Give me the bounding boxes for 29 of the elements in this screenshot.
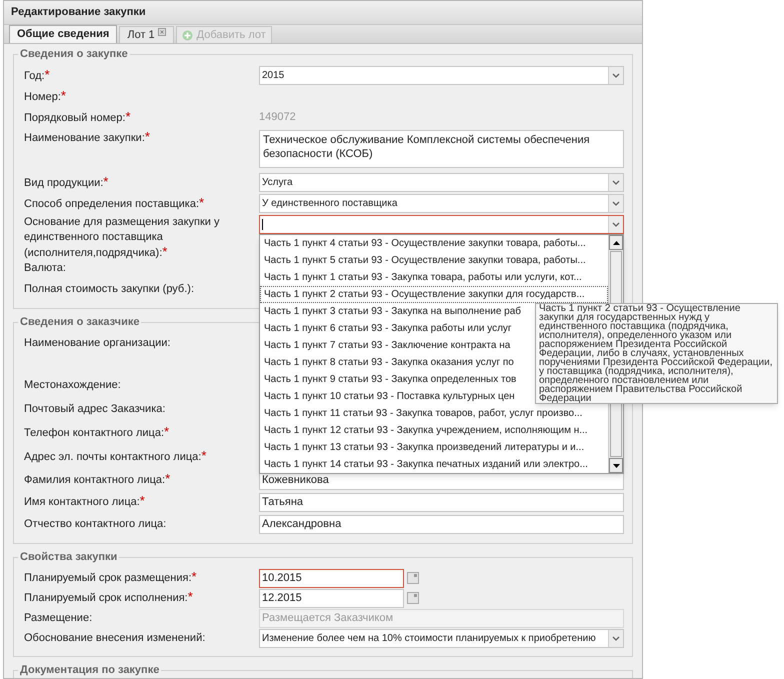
field-label: Планируемый срок размещения:* [23,570,198,586]
field-label: Обоснование внесения изменений: [23,630,206,646]
field-label: Порядковый номер:* [23,110,132,126]
field-label: Наименование организации: [23,336,172,351]
section-title: Документация по закупке [19,663,160,677]
field-label: Телефон контактного лица:* [23,425,170,441]
field-label: Полная стоимость закупки (руб.): [23,282,196,297]
field-label: Год:* [23,68,51,84]
field-label: Имя контактного лица:* [23,494,146,510]
field-value: 149072 [259,111,296,124]
field-label: Размещение: [23,610,94,626]
field-label: Валюта: [23,261,67,276]
field-label: Способ определения поставщика:* [23,196,206,212]
field-label: Основание для размещения закупки у единственного поставщика (исполнителя,подрядчика):* [23,215,221,261]
section-title: Свойства закупки [19,550,118,564]
field-label: Планируемый срок исполнения:* [23,590,194,606]
tooltip: Часть 1 пункт 2 статьи 93 - Осуществление закупки для государственных нужд у единственного поставщика (подрядчика, исполнителя), определенного указом или распоряжением Президента Российской Федерации, либо в случаях, установленных поручениями Президента Российской Федерации, у поставщика (подрядчика, исполнителя), определенного постановлением или распоряжением Правительства Российской Федерации [535,303,778,404]
field-label: Адрес эл. почты контактного лица:* [23,449,208,465]
field-label: Местонахождение: [23,378,122,392]
field-label: Наименование закупки:* [23,130,151,146]
window-title: Редактирование закупки [11,5,146,20]
field-label: Отчество контактного лица: [23,516,168,532]
input-field: Размещается Заказчиком [259,608,624,628]
section-title: Сведения о закупке [19,47,129,61]
field-label: Номер:* [23,88,67,104]
field-label: Фамилия контактного лица:* [23,472,172,488]
field-label: Почтовый адрес Заказчика: [23,402,166,416]
field-label: Вид продукции:* [23,174,110,190]
section-title: Сведения о заказчике [19,315,140,329]
